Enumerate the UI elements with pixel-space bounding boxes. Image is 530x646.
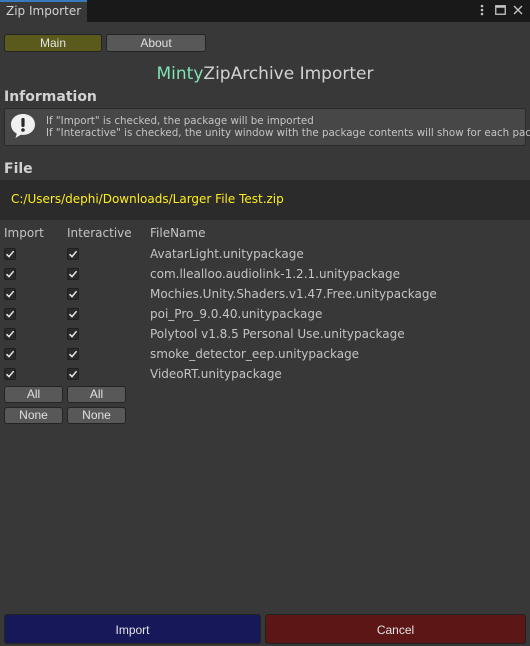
package-filename: Mochies.Unity.Shaders.v1.47.Free.unitypa… xyxy=(150,287,437,301)
window-titlebar: Zip Importer xyxy=(0,0,530,22)
package-filename: VideoRT.unitypackage xyxy=(150,367,282,381)
cancel-button[interactable]: Cancel xyxy=(265,614,526,644)
interactive-checkbox[interactable] xyxy=(67,348,79,360)
interactive-checkbox[interactable] xyxy=(67,368,79,380)
window-tab-title: Zip Importer xyxy=(6,4,82,18)
import-checkbox[interactable] xyxy=(4,268,16,280)
close-icon[interactable] xyxy=(512,3,524,17)
interactive-select-all-button[interactable]: All xyxy=(67,386,126,403)
import-select-all-button[interactable]: All xyxy=(4,386,63,403)
import-checkbox[interactable] xyxy=(4,288,16,300)
information-helpbox: If "Import" is checked, the package will… xyxy=(4,108,530,146)
import-button[interactable]: Import xyxy=(4,614,261,644)
information-heading: Information xyxy=(4,89,97,105)
import-checkbox[interactable] xyxy=(4,248,16,260)
window-tab[interactable]: Zip Importer xyxy=(0,0,87,22)
column-header-interactive: Interactive xyxy=(67,226,132,240)
info-icon xyxy=(9,112,37,140)
maximize-icon[interactable] xyxy=(494,3,506,17)
import-checkbox[interactable] xyxy=(4,328,16,340)
interactive-checkbox[interactable] xyxy=(67,308,79,320)
package-filename: poi_Pro_9.0.40.unitypackage xyxy=(150,307,323,321)
file-heading: File xyxy=(4,161,33,177)
import-select-none-button[interactable]: None xyxy=(4,407,63,424)
more-options-icon[interactable] xyxy=(476,3,488,17)
package-filename: Polytool v1.8.5 Personal Use.unitypackag… xyxy=(150,327,405,341)
interactive-select-none-button[interactable]: None xyxy=(67,407,126,424)
app-title-rest: ZipArchive Importer xyxy=(203,64,374,84)
package-filename: com.llealloo.audiolink-1.2.1.unitypackag… xyxy=(150,267,400,281)
import-checkbox[interactable] xyxy=(4,348,16,360)
app-title-accent: Minty xyxy=(156,64,204,84)
import-checkbox[interactable] xyxy=(4,308,16,320)
interactive-checkbox[interactable] xyxy=(67,268,79,280)
package-filename: AvatarLight.unitypackage xyxy=(150,247,304,261)
about-tab-button[interactable]: About xyxy=(106,34,206,52)
column-header-filename: FileName xyxy=(150,226,206,240)
information-text: If "Import" is checked, the package will… xyxy=(46,115,530,139)
window-controls xyxy=(476,3,524,17)
interactive-checkbox[interactable] xyxy=(67,288,79,300)
app-title: MintyZipArchive Importer xyxy=(0,64,530,84)
import-checkbox[interactable] xyxy=(4,368,16,380)
file-path: C:/Users/dephi/Downloads/Larger File Tes… xyxy=(11,192,284,206)
information-line-import: If "Import" is checked, the package will… xyxy=(46,115,314,127)
interactive-checkbox[interactable] xyxy=(67,328,79,340)
column-header-import: Import xyxy=(4,226,44,240)
package-filename: smoke_detector_eep.unitypackage xyxy=(150,347,360,361)
interactive-checkbox[interactable] xyxy=(67,248,79,260)
main-tab-button[interactable]: Main xyxy=(4,34,102,52)
information-line-interactive: If "Interactive" is checked, the unity w… xyxy=(46,127,530,139)
file-path-box: C:/Users/dephi/Downloads/Larger File Tes… xyxy=(0,180,530,220)
